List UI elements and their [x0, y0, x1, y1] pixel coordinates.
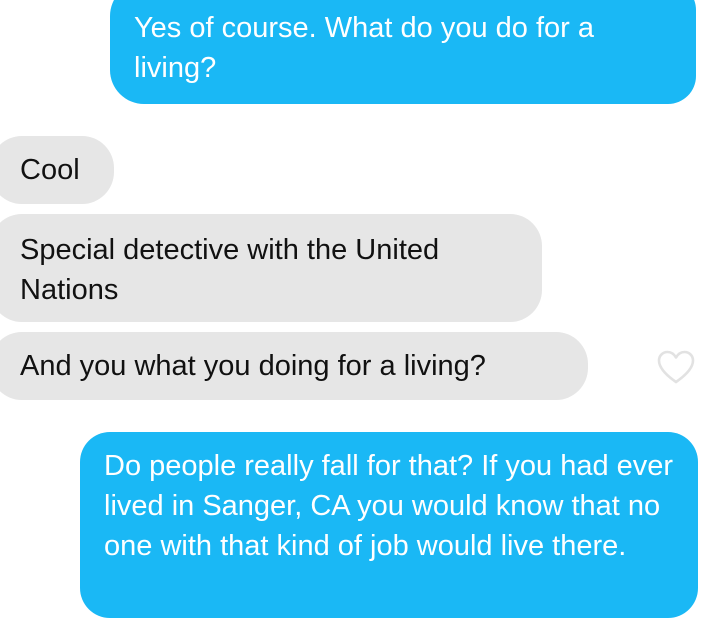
heart-icon[interactable] [657, 350, 695, 386]
sent-message-bubble[interactable]: Do people really fall for that? If you h… [80, 432, 698, 618]
received-message-bubble[interactable]: Special detective with the United Nation… [0, 214, 542, 322]
received-message-bubble[interactable]: Cool [0, 136, 114, 204]
received-message-bubble[interactable]: And you what you doing for a living? [0, 332, 588, 400]
sent-message-bubble[interactable]: Yes of course. What do you do for a livi… [110, 0, 696, 104]
